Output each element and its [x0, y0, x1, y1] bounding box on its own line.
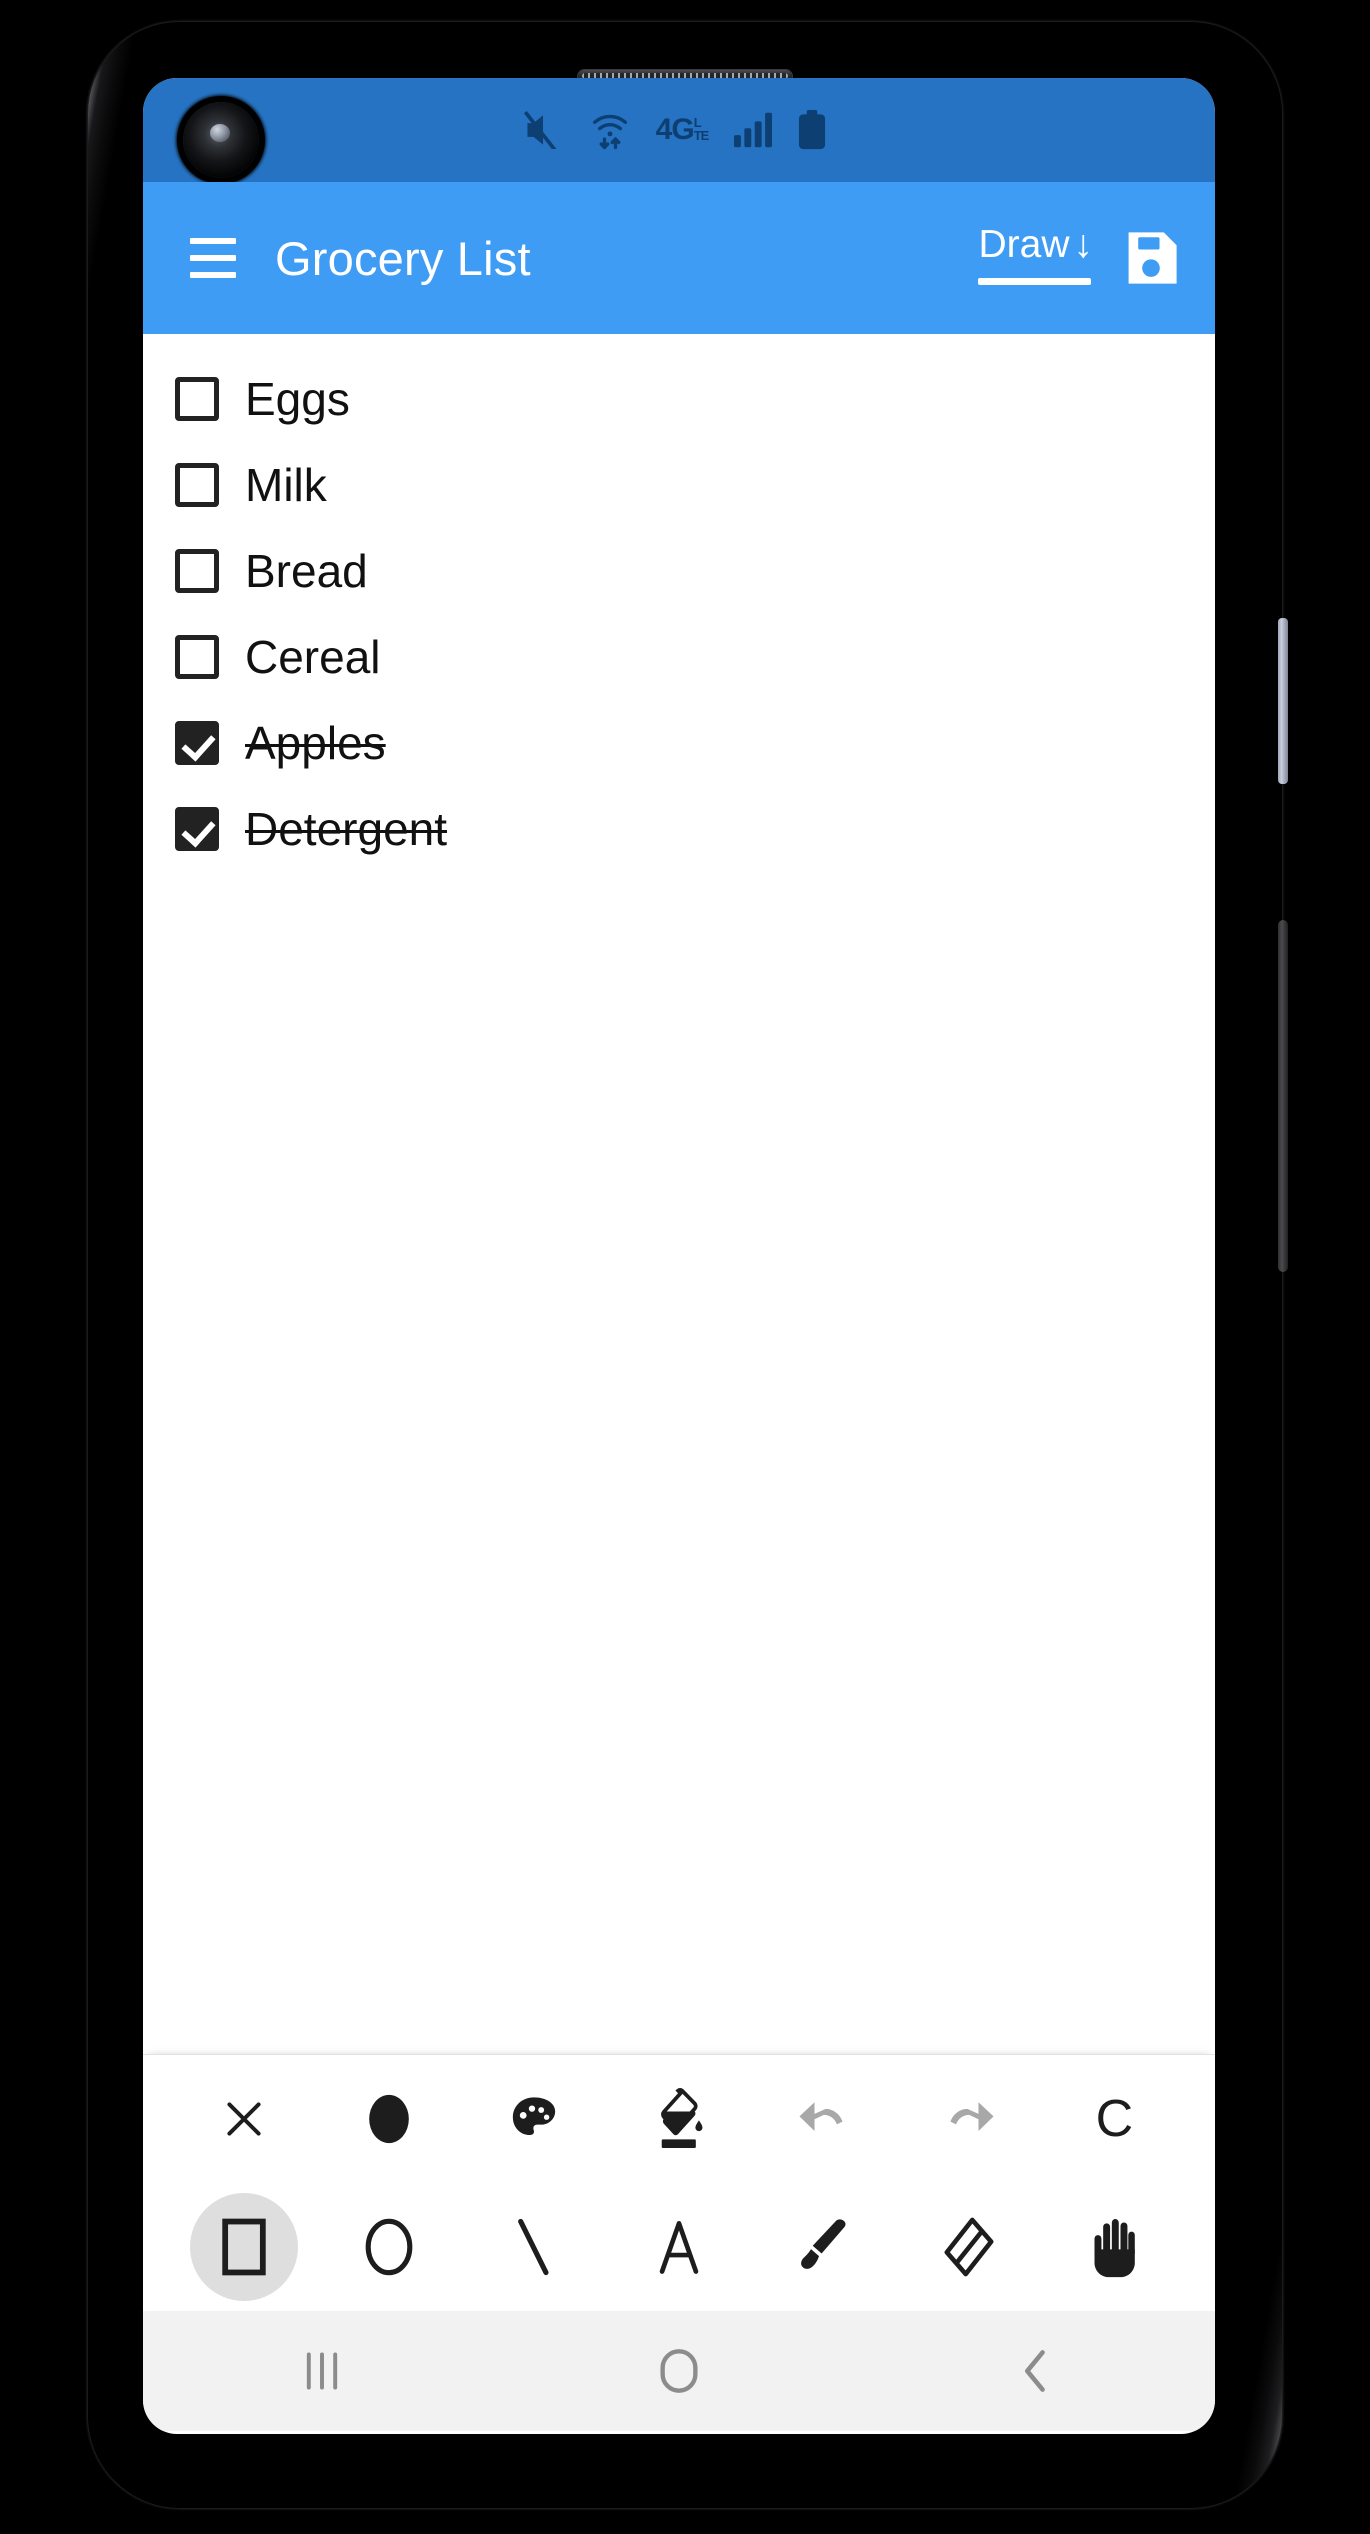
menu-line	[190, 255, 236, 261]
checkbox[interactable]	[175, 807, 219, 851]
redo-icon[interactable]	[897, 2063, 1042, 2175]
palette-icon[interactable]	[461, 2063, 606, 2175]
battery-icon	[798, 110, 826, 150]
eraser-icon[interactable]	[897, 2191, 1042, 2303]
text-a-icon[interactable]	[606, 2191, 751, 2303]
status-bar: 4G L TE	[143, 78, 1215, 182]
checkbox[interactable]	[175, 549, 219, 593]
active-tab-underline	[978, 278, 1091, 285]
chevron-down-icon: ↓	[1073, 223, 1094, 266]
recents-icon[interactable]	[143, 2349, 500, 2393]
page-title: Grocery List	[275, 231, 531, 285]
checkbox[interactable]	[175, 721, 219, 765]
filled-circle-icon[interactable]	[316, 2063, 461, 2175]
draw-toolbar: C	[143, 2054, 1215, 2311]
list-item[interactable]: Apples	[143, 700, 1215, 786]
status-bar-icons: 4G L TE	[143, 78, 1215, 182]
app-bar: Grocery List Draw ↓	[143, 182, 1215, 334]
line-icon[interactable]	[461, 2191, 606, 2303]
draw-tab-label: Draw	[978, 223, 1070, 266]
save-icon[interactable]	[1119, 226, 1183, 290]
list-item[interactable]: Milk	[143, 442, 1215, 528]
home-icon[interactable]	[500, 2347, 857, 2395]
list-item[interactable]: Cereal	[143, 614, 1215, 700]
undo-icon[interactable]	[752, 2063, 897, 2175]
list-item-label: Milk	[245, 459, 327, 511]
signal-bars-icon	[734, 112, 773, 148]
app-bar-actions: Draw ↓	[974, 223, 1215, 293]
rectangle-icon[interactable]	[171, 2191, 316, 2303]
draw-mode-tab[interactable]: Draw ↓	[974, 223, 1097, 293]
list-item-label: Bread	[245, 545, 368, 597]
phone-screen: 4G L TE Grocery List Draw ↓ Eggs Milk Br…	[143, 78, 1215, 2434]
mute-icon	[522, 111, 564, 149]
list-item[interactable]: Eggs	[143, 356, 1215, 442]
menu-line	[190, 272, 236, 278]
list-item-label: Eggs	[245, 373, 350, 425]
system-nav-bar	[143, 2311, 1215, 2431]
clear-c-icon[interactable]: C	[1042, 2063, 1187, 2175]
menu-line	[190, 238, 236, 244]
checklist: Eggs Milk Bread Cereal Apples Detergent	[143, 334, 1215, 872]
list-item-label: Apples	[245, 717, 386, 769]
circle-icon[interactable]	[316, 2191, 461, 2303]
back-icon[interactable]	[858, 2347, 1215, 2395]
draw-toolbar-row-tools	[143, 2183, 1215, 2311]
close-icon[interactable]	[171, 2063, 316, 2175]
menu-icon[interactable]	[173, 218, 253, 298]
paint-bucket-icon[interactable]	[606, 2063, 751, 2175]
list-item[interactable]: Detergent	[143, 786, 1215, 872]
volume-button[interactable]	[1278, 920, 1288, 1272]
checkbox[interactable]	[175, 377, 219, 421]
checkbox[interactable]	[175, 635, 219, 679]
draw-toolbar-row-actions: C	[143, 2055, 1215, 2183]
paintbrush-icon[interactable]	[752, 2191, 897, 2303]
clear-c-label: C	[1095, 2090, 1134, 2148]
note-canvas-area[interactable]: Eggs Milk Bread Cereal Apples Detergent	[143, 334, 1215, 2054]
wifi-transfer-icon	[590, 109, 630, 151]
checkbox[interactable]	[175, 463, 219, 507]
hand-icon[interactable]	[1042, 2191, 1187, 2303]
network-4g-lte-icon: 4G L TE	[655, 113, 710, 146]
list-item-label: Cereal	[245, 631, 381, 683]
list-item-label: Detergent	[245, 803, 448, 855]
list-item[interactable]: Bread	[143, 528, 1215, 614]
power-button[interactable]	[1278, 618, 1288, 784]
